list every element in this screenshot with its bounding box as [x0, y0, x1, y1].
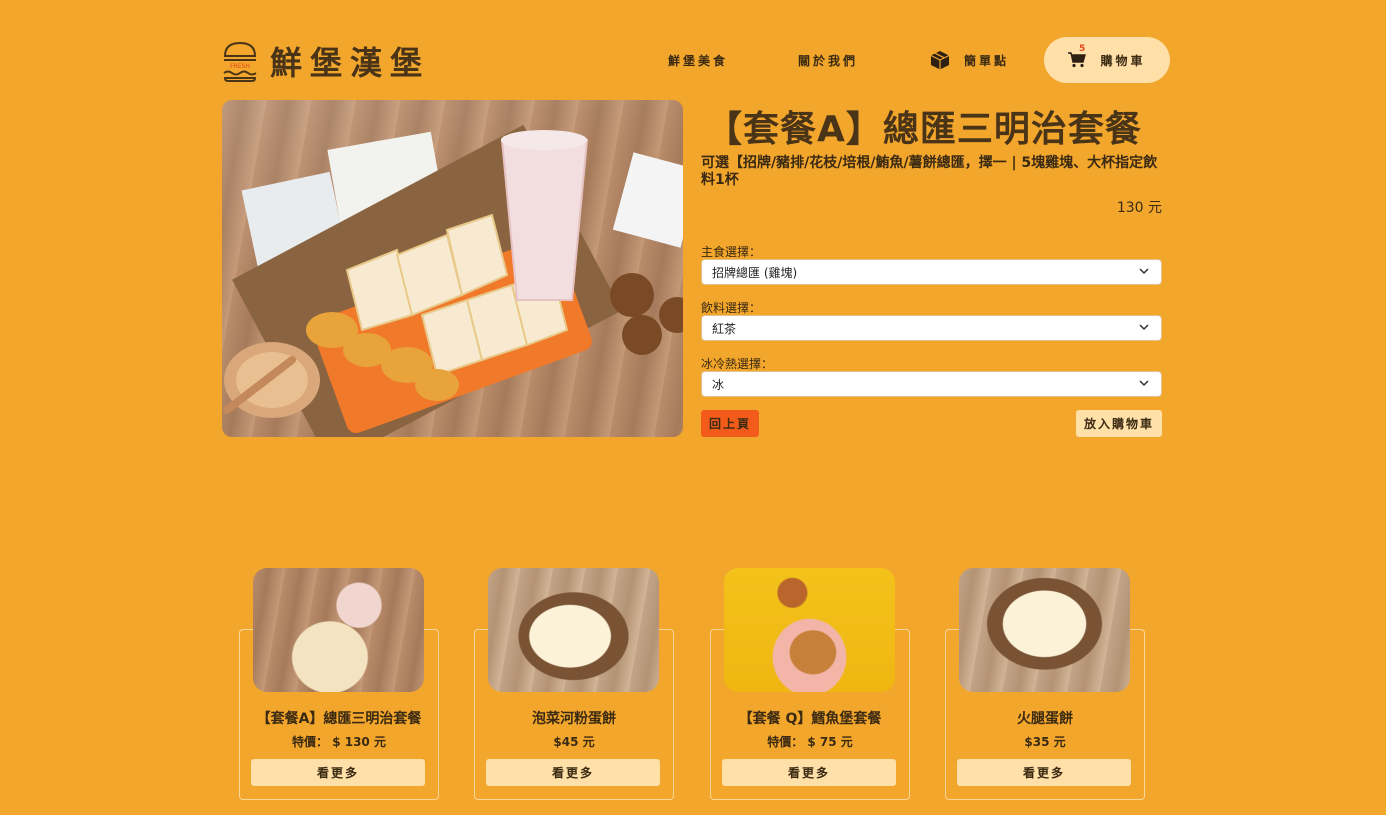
see-more-button[interactable]: 看更多	[251, 759, 425, 786]
product-price: 130 元	[1116, 200, 1162, 216]
see-more-button[interactable]: 看更多	[486, 759, 660, 786]
nav-food[interactable]: 鮮堡美食	[668, 52, 728, 69]
logo-word: FRESH	[230, 63, 250, 70]
product-image	[222, 100, 683, 437]
cart-count-badge: 5	[1079, 44, 1086, 54]
card-price: 特價： $ 75 元	[767, 735, 853, 749]
card-price: 特價： $ 130 元	[292, 735, 386, 749]
chevron-down-icon	[1139, 268, 1149, 275]
burger-icon: FRESH	[223, 41, 257, 82]
brand-logo[interactable]: FRESH 鮮堡漢堡	[222, 38, 430, 84]
card-title: 【套餐 Q】鱈魚堡套餐	[738, 711, 882, 727]
card-image	[724, 568, 895, 692]
temp-option-select[interactable]: 冰	[701, 371, 1162, 397]
card-price: $45 元	[553, 735, 595, 749]
cart-icon	[1068, 52, 1087, 68]
cart-label: 購物車	[1100, 53, 1146, 68]
card-title: 火腿蛋餅	[1017, 711, 1073, 727]
nav-simple-order[interactable]: 簡單點	[930, 50, 1009, 70]
main-option-label: 主食選擇：	[701, 245, 762, 259]
drink-option-select[interactable]: 紅茶	[701, 315, 1162, 341]
card-image	[959, 568, 1130, 692]
product-card: 【套餐 Q】鱈魚堡套餐 特價： $ 75 元 看更多	[710, 568, 910, 800]
card-price: $35 元	[1024, 735, 1066, 749]
product-description: 可選【招牌/豬排/花枝/培根/鮪魚/薯餅總匯，擇一 | 5塊雞塊、大杯指定飲料1…	[701, 155, 1158, 188]
card-image	[253, 568, 424, 692]
drink-option-label: 飲料選擇：	[701, 301, 762, 315]
product-card: 火腿蛋餅 $35 元 看更多	[945, 568, 1145, 800]
product-card: 【套餐A】總匯三明治套餐 特價： $ 130 元 看更多	[239, 568, 439, 800]
chevron-down-icon	[1139, 380, 1149, 387]
main-option-select[interactable]: 招牌總匯 (雞塊)	[701, 259, 1162, 285]
card-title: 泡菜河粉蛋餅	[532, 711, 616, 727]
card-title: 【套餐A】總匯三明治套餐	[256, 711, 422, 727]
add-to-cart-button[interactable]: 放入購物車	[1076, 410, 1162, 437]
nav-simple-label: 簡單點	[964, 53, 1010, 68]
see-more-button[interactable]: 看更多	[957, 759, 1131, 786]
back-button[interactable]: 回上頁	[701, 410, 759, 437]
box-icon	[930, 51, 950, 70]
drink-option-value: 紅茶	[712, 321, 737, 336]
see-more-button[interactable]: 看更多	[722, 759, 896, 786]
chevron-down-icon	[1139, 324, 1149, 331]
card-image	[488, 568, 659, 692]
temp-option-label: 冰冷熱選擇：	[701, 357, 774, 371]
product-card: 泡菜河粉蛋餅 $45 元 看更多	[474, 568, 674, 800]
main-option-value: 招牌總匯 (雞塊)	[712, 265, 798, 280]
nav-about[interactable]: 關於我們	[798, 52, 858, 69]
brand-name: 鮮堡漢堡	[270, 44, 431, 82]
cart-button[interactable]: 購物車	[1044, 37, 1170, 83]
temp-option-value: 冰	[712, 377, 725, 392]
product-title: 【套餐A】總匯三明治套餐	[706, 109, 1142, 150]
